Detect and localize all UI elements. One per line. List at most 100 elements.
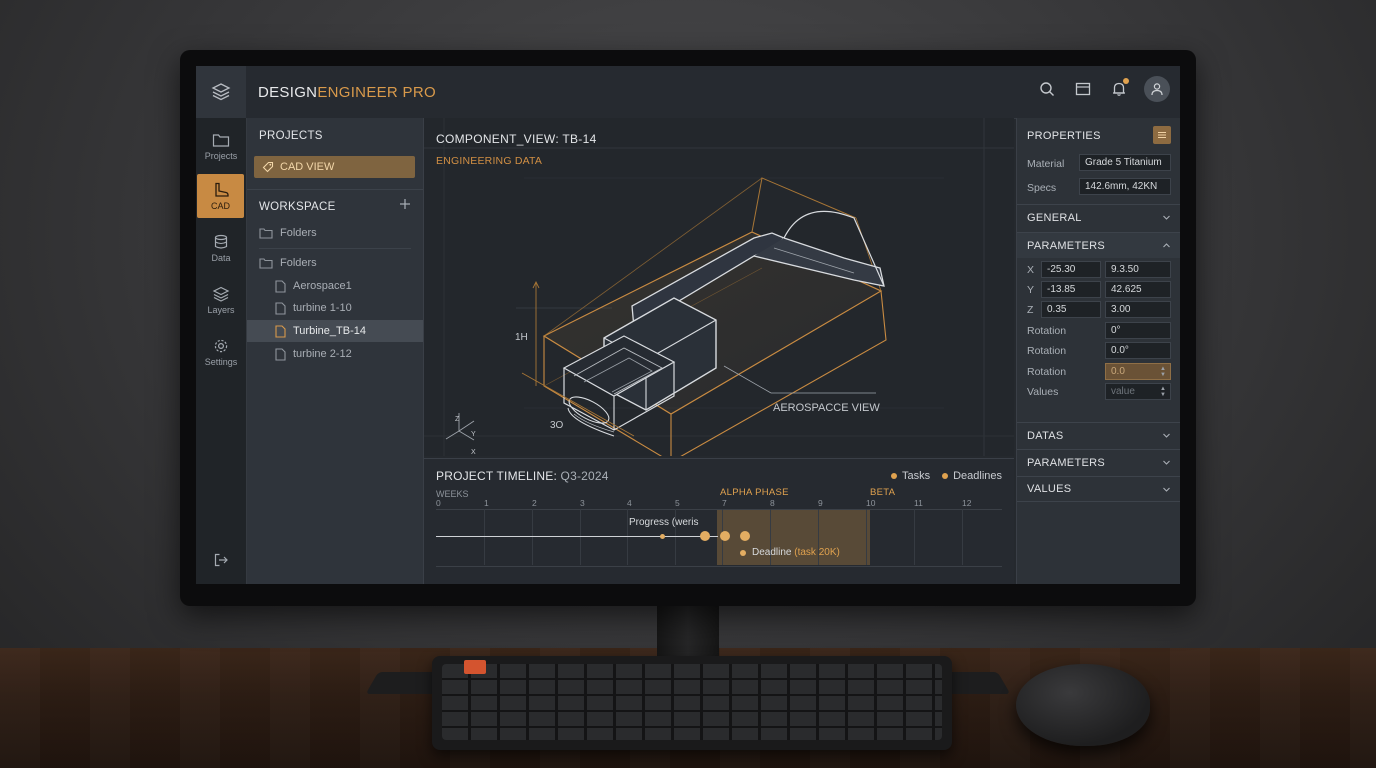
tree-label: Folders xyxy=(280,257,317,269)
timeline-title: PROJECT TIMELINE: Q3-2024 xyxy=(436,469,609,483)
datas-section[interactable]: DATAS xyxy=(1017,422,1180,448)
tree-file-selected[interactable]: Turbine_TB-14 xyxy=(247,320,423,342)
axis-y-label: Y xyxy=(471,431,476,438)
week-tick: 9 xyxy=(818,498,823,508)
add-workspace-button[interactable] xyxy=(399,198,411,213)
parameters-section[interactable]: PARAMETERS xyxy=(1017,232,1180,258)
task-marker[interactable] xyxy=(660,534,665,539)
z-label: Z xyxy=(1027,304,1034,316)
week-tick: 1 xyxy=(484,498,489,508)
rail-item-settings[interactable]: Settings xyxy=(196,330,246,374)
timeline-title-text: PROJECT TIMELINE: xyxy=(436,469,557,483)
values-label: Values xyxy=(1027,386,1059,398)
z-field-2[interactable]: 3.00 xyxy=(1105,301,1171,318)
axis-x-label: X xyxy=(471,449,476,456)
tree-label: turbine 2-12 xyxy=(293,348,352,360)
week-tick: 12 xyxy=(962,498,972,508)
timeline-legend: Tasks Deadlines xyxy=(890,470,1002,482)
bell-icon[interactable] xyxy=(1108,78,1130,100)
deadline-marker[interactable] xyxy=(740,550,746,556)
rotation-stepper[interactable]: 0.0 ▲ ▼ xyxy=(1105,363,1171,380)
app-title: DESIGNENGINEER PRO xyxy=(258,84,436,101)
user-icon xyxy=(1151,83,1163,96)
progress-label: Progress (weris xyxy=(629,517,699,528)
week-tick: 7 xyxy=(722,498,727,508)
app-title-part2: ENGINEER PRO xyxy=(317,84,436,101)
spinner-arrows-icon[interactable]: ▲ ▼ xyxy=(1160,366,1166,378)
tree-file[interactable]: turbine 2-12 xyxy=(247,343,423,365)
legend-tasks-label: Tasks xyxy=(901,470,931,482)
deadline-text: Deadline xyxy=(752,547,792,558)
chevron-down-icon xyxy=(1163,215,1170,220)
task-marker[interactable] xyxy=(700,531,710,541)
rotation-field-2[interactable]: 0.0° xyxy=(1105,342,1171,359)
legend-deadlines-label: Deadlines xyxy=(953,470,1002,482)
parameters-label: PARAMETERS xyxy=(1027,239,1105,252)
legend-tasks[interactable]: Tasks xyxy=(890,470,931,482)
deadline-task: (task 20K) xyxy=(794,547,840,558)
dimension-depth-label: 3O xyxy=(550,420,564,431)
grid-line xyxy=(914,509,915,565)
search-icon[interactable] xyxy=(1036,78,1058,100)
week-tick: 3 xyxy=(580,498,585,508)
folder-icon xyxy=(259,228,273,239)
keyboard xyxy=(432,656,952,750)
layers-logo-icon xyxy=(211,83,231,101)
chevron-down-icon xyxy=(1163,487,1170,492)
cad-view-button[interactable]: CAD VIEW xyxy=(254,156,415,178)
progress-line xyxy=(436,536,718,537)
calendar-icon[interactable] xyxy=(1072,78,1094,100)
tree-folder[interactable]: Folders xyxy=(247,222,423,244)
values-section[interactable]: VALUES xyxy=(1017,476,1180,502)
rotation-field-1[interactable]: 0° xyxy=(1105,322,1171,339)
grid-line xyxy=(484,509,485,565)
logout-button[interactable] xyxy=(196,538,246,582)
z-field-1[interactable]: 0.35 xyxy=(1041,301,1101,318)
week-tick: 5 xyxy=(675,498,680,508)
task-marker[interactable] xyxy=(720,531,730,541)
y-label: Y xyxy=(1027,284,1035,296)
workspace-heading: WORKSPACE xyxy=(259,201,336,213)
specs-field[interactable]: 142.6mm, 42KN xyxy=(1079,178,1171,195)
user-avatar[interactable] xyxy=(1144,76,1170,102)
values-stepper[interactable]: value ▲ ▼ xyxy=(1105,383,1171,400)
rail-item-cad[interactable]: CAD xyxy=(197,174,244,218)
rail-item-projects[interactable]: Projects xyxy=(196,124,246,168)
database-icon xyxy=(214,234,228,249)
left-rail: Projects CAD Data Layers Settings xyxy=(196,118,247,584)
escape-key xyxy=(464,660,486,674)
properties-settings-button[interactable] xyxy=(1153,126,1171,144)
deadline-label: Deadline (task 20K) xyxy=(752,547,840,558)
tree-file[interactable]: turbine 1-10 xyxy=(247,297,423,319)
tree-file[interactable]: Aerospace1 xyxy=(247,275,423,297)
y-field-2[interactable]: 42.625 xyxy=(1105,281,1171,298)
rail-label-settings: Settings xyxy=(204,356,238,367)
grid-line xyxy=(866,509,867,565)
x-field-2[interactable]: 9.3.50 xyxy=(1105,261,1171,278)
week-tick: 2 xyxy=(532,498,537,508)
rail-item-layers[interactable]: Layers xyxy=(196,278,246,322)
legend-deadlines[interactable]: Deadlines xyxy=(942,470,1002,482)
app-logo[interactable] xyxy=(196,66,246,118)
timeline-grid xyxy=(436,509,1002,567)
cad-viewport[interactable]: COMPONENT_VIEW: TB-14 ENGINEERING DATA 1… xyxy=(424,118,1014,456)
properties-panel: PROPERTIES Material Grade 5 Titanium Spe… xyxy=(1016,118,1180,584)
tree-folder[interactable]: Folders xyxy=(247,252,423,274)
rotation-label: Rotation xyxy=(1027,366,1067,378)
task-marker[interactable] xyxy=(740,531,750,541)
parameters-section-2[interactable]: PARAMETERS xyxy=(1017,449,1180,475)
y-field-1[interactable]: -13.85 xyxy=(1041,281,1101,298)
spinner-arrows-icon[interactable]: ▲ ▼ xyxy=(1160,386,1166,398)
values-placeholder: value xyxy=(1111,386,1135,397)
grid-line xyxy=(627,509,628,565)
rail-item-data[interactable]: Data xyxy=(196,226,246,270)
gear-icon xyxy=(214,339,228,352)
general-section[interactable]: GENERAL xyxy=(1017,204,1180,230)
layers-icon xyxy=(212,286,230,302)
monitor-stand xyxy=(657,600,719,658)
axis-z-label: Z xyxy=(455,416,460,423)
material-field[interactable]: Grade 5 Titanium xyxy=(1079,154,1171,171)
file-icon xyxy=(275,279,286,293)
mouse xyxy=(1016,664,1150,746)
x-field-1[interactable]: -25.30 xyxy=(1041,261,1101,278)
